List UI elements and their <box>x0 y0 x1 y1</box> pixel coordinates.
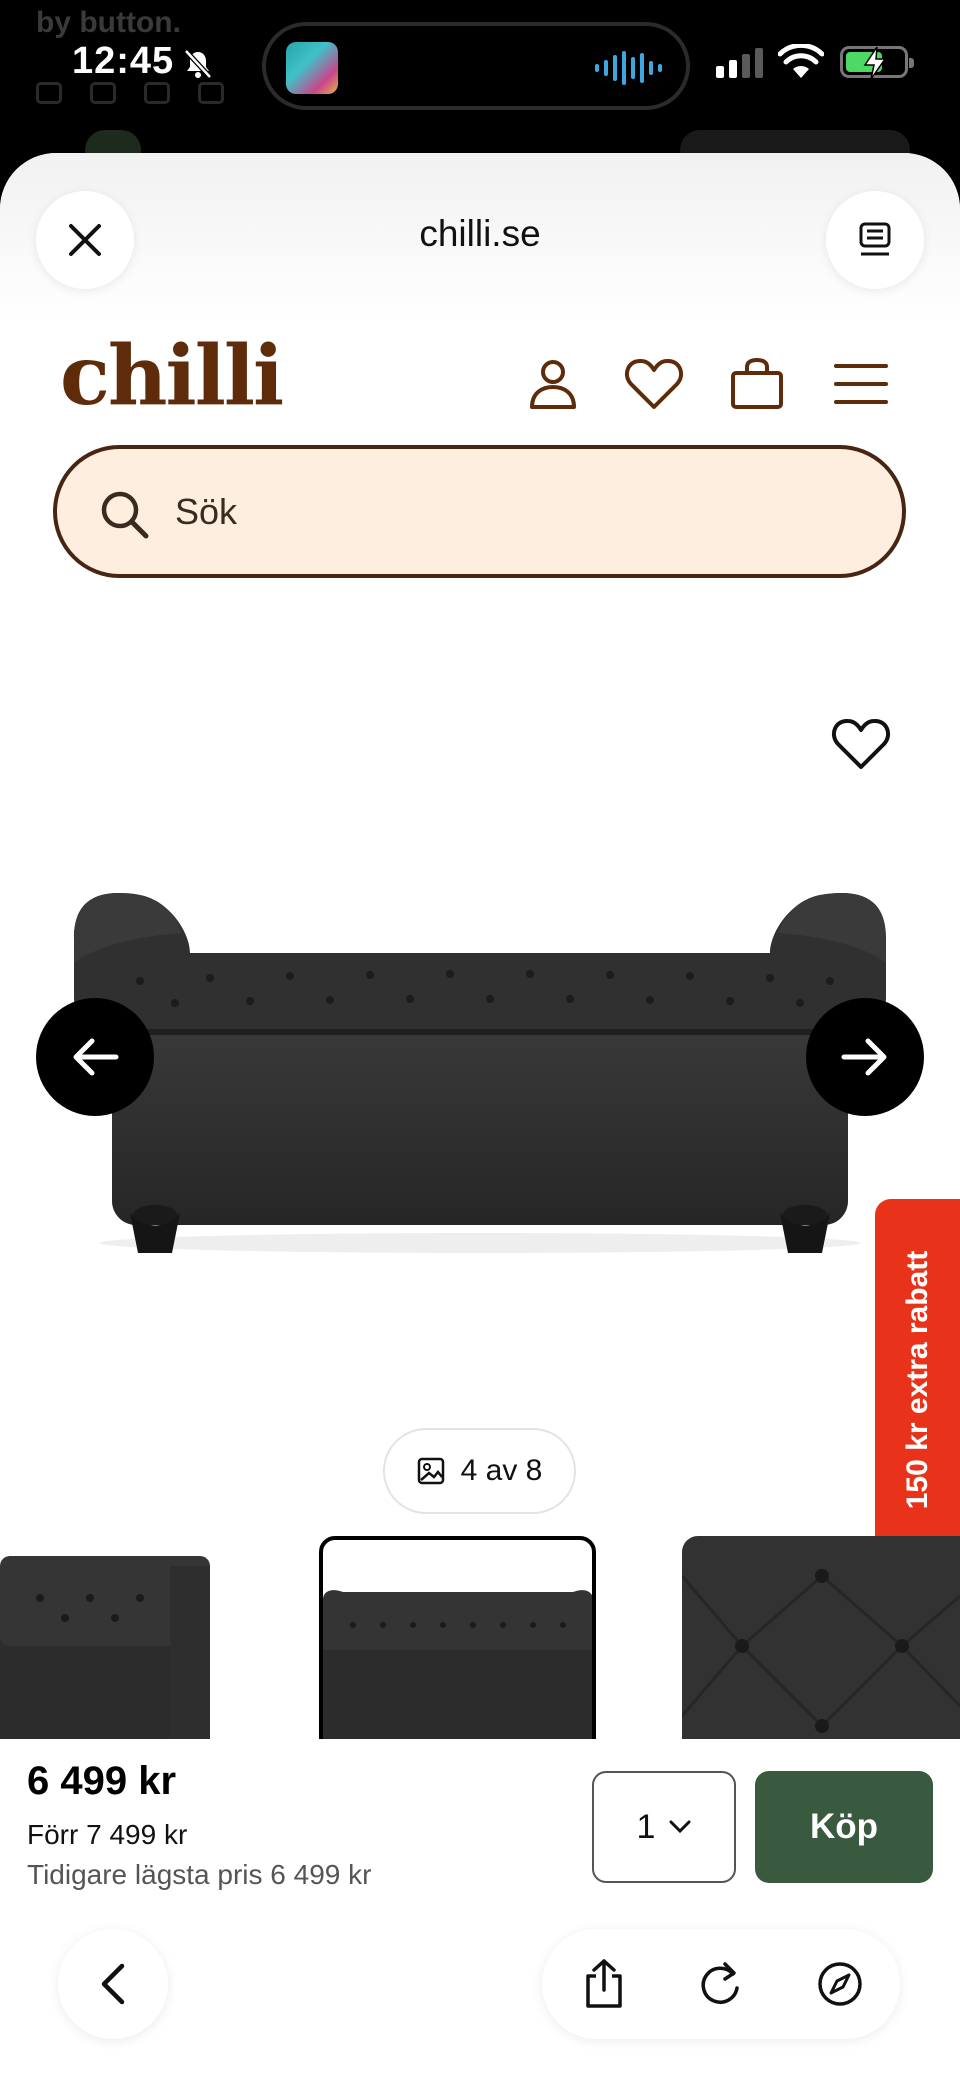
previous-image-button[interactable] <box>36 998 154 1116</box>
compass-icon <box>818 1962 862 2006</box>
bag-icon <box>731 357 783 409</box>
browser-sheet: chilli.se chilli Sök 150 kr extra rabatt… <box>0 153 960 2081</box>
signal-icon <box>716 46 763 78</box>
back-button[interactable] <box>58 1929 168 2039</box>
reload-button[interactable] <box>692 1956 748 2012</box>
search-bar[interactable] <box>53 445 906 578</box>
wishlist-button[interactable] <box>623 353 685 415</box>
purchase-bar: 6 499 kr Förr 7 499 kr Tidigare lägsta p… <box>0 1739 960 2081</box>
thumbnail-selected[interactable] <box>319 1536 596 1756</box>
share-button[interactable] <box>576 1956 632 2012</box>
menu-button[interactable] <box>830 353 892 415</box>
background-text: by button. <box>36 6 181 39</box>
reader-mode-button[interactable] <box>826 191 924 289</box>
dynamic-island[interactable] <box>262 22 690 110</box>
arrow-left-icon <box>73 1038 119 1076</box>
thumbnail[interactable] <box>682 1536 960 1756</box>
reload-icon <box>701 1962 739 2004</box>
status-bar: by button. 12:45 <box>0 0 960 170</box>
battery-icon <box>840 46 914 79</box>
thumbnail-image <box>0 1556 210 1756</box>
browser-header: chilli.se <box>0 153 960 323</box>
album-art <box>286 42 338 94</box>
lowest-price-note: Tidigare lägsta pris 6 499 kr <box>27 1859 372 1890</box>
image-counter[interactable]: 4 av 8 <box>383 1428 576 1514</box>
hamburger-icon <box>834 364 888 404</box>
heart-icon <box>832 719 890 769</box>
price: 6 499 kr <box>27 1759 177 1803</box>
quantity-select[interactable]: 1 <box>592 1771 736 1883</box>
next-image-button[interactable] <box>806 998 924 1116</box>
account-button[interactable] <box>522 353 584 415</box>
product-image <box>74 892 886 1253</box>
chevron-left-icon <box>101 1963 125 2005</box>
reader-icon <box>859 222 891 256</box>
buy-button[interactable]: Köp <box>755 1771 933 1883</box>
image-icon <box>417 1457 444 1485</box>
cart-button[interactable] <box>726 353 788 415</box>
user-icon <box>530 360 576 409</box>
browser-actions <box>542 1929 900 2039</box>
arrow-right-icon <box>841 1038 887 1076</box>
favorite-product-button[interactable] <box>830 715 892 777</box>
wifi-icon <box>778 44 824 78</box>
previous-price: Förr 7 499 kr <box>27 1819 188 1850</box>
discount-tab[interactable]: 150 kr extra rabatt <box>875 1199 960 1561</box>
discount-label: 150 kr extra rabatt <box>900 1250 934 1510</box>
thumbnail-image <box>682 1536 960 1756</box>
search-icon <box>101 491 149 539</box>
clock: 12:45 <box>72 40 175 82</box>
share-icon <box>586 1959 622 2008</box>
search-input[interactable] <box>175 479 855 545</box>
chevron-down-icon <box>669 1820 691 1834</box>
background-toolbar <box>36 82 224 104</box>
site-logo[interactable]: chilli <box>60 328 284 424</box>
silent-bell-icon <box>184 49 212 79</box>
image-counter-label: 4 av 8 <box>460 1454 543 1487</box>
thumbnail-image <box>323 1590 592 1752</box>
thumbnail[interactable] <box>0 1536 210 1756</box>
quantity-value: 1 <box>636 1807 656 1846</box>
open-in-browser-button[interactable] <box>812 1956 868 2012</box>
heart-icon <box>625 359 683 409</box>
page-domain: chilli.se <box>419 213 541 254</box>
audio-wave-icon <box>595 50 662 86</box>
